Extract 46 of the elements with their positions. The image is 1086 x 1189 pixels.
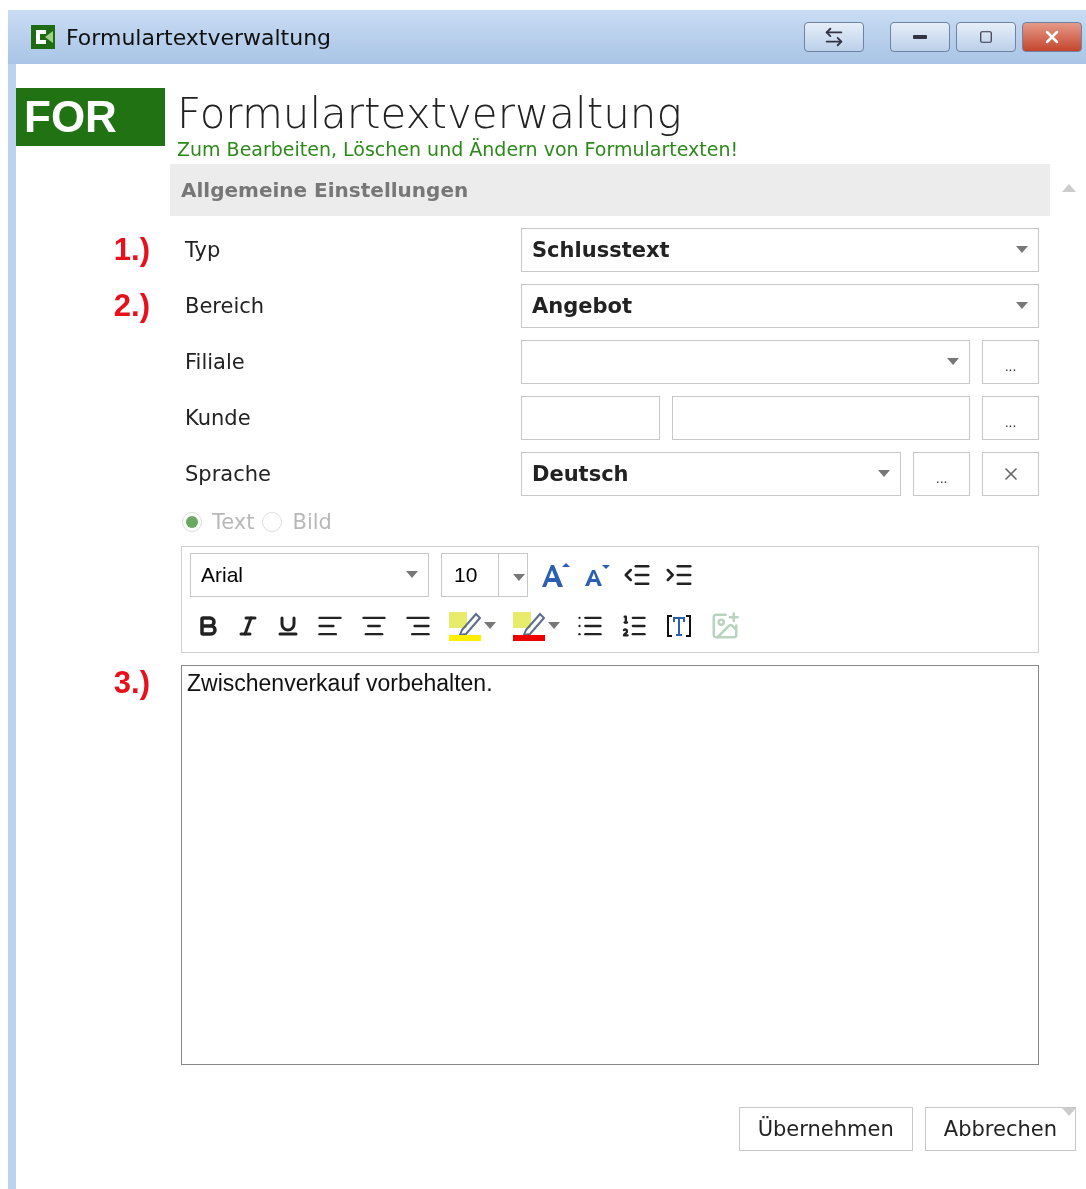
dropdown-caret-icon[interactable] [947, 358, 959, 366]
close-button[interactable] [1022, 22, 1082, 52]
window-title: Formulartextverwaltung [66, 24, 333, 50]
resize-button[interactable] [804, 22, 864, 52]
field-label: Kunde [185, 406, 252, 430]
dropdown-caret-icon[interactable] [406, 571, 418, 579]
page-title: Formulartextverwaltung [177, 88, 683, 138]
dropdown-caret-icon[interactable] [878, 470, 891, 478]
step-marker: 1.) [112, 232, 150, 268]
dropdown-caret-icon[interactable] [1016, 302, 1028, 310]
dropdown[interactable]: Deutsch [521, 452, 902, 496]
input-field[interactable] [521, 396, 660, 440]
browse-button[interactable]: ... [982, 396, 1039, 440]
grow-font-icon[interactable] [540, 561, 570, 589]
font-color-icon[interactable] [512, 609, 546, 642]
browse-button[interactable]: ... [913, 452, 971, 496]
dropdown[interactable]: Schlusstext [521, 228, 1039, 272]
dropdown-caret-icon[interactable] [1016, 246, 1028, 254]
browse-button[interactable]: ... [982, 340, 1039, 384]
app-icon [30, 24, 56, 50]
apply-button[interactable]: Übernehmen [738, 1107, 913, 1151]
highlight-color-icon[interactable] [448, 609, 482, 642]
dropdown-caret-icon[interactable] [548, 621, 560, 630]
dropdown[interactable]: Angebot [521, 284, 1039, 328]
step-marker: 3.) [112, 665, 150, 702]
dropdown-caret-icon[interactable] [484, 621, 496, 630]
logo: FOR [16, 88, 165, 146]
shrink-font-icon[interactable] [582, 562, 610, 588]
page-subtitle: Zum Bearbeiten, Löschen und Ändern von Formulartexten! [177, 138, 739, 160]
minimize-icon [913, 35, 927, 39]
dropdown-caret-icon[interactable] [513, 574, 525, 582]
input-field[interactable] [672, 396, 970, 440]
double-arrow-icon [823, 26, 845, 48]
maximize-icon [979, 30, 993, 44]
field-label: Typ [185, 238, 222, 262]
minimize-button[interactable] [890, 22, 950, 52]
step-marker: 2.) [112, 288, 150, 324]
text-editor[interactable]: Zwischenverkauf vorbehalten. [181, 665, 1039, 1065]
font-size-dropdown[interactable]: 10 [441, 553, 528, 597]
font-dropdown[interactable]: Arial [190, 553, 429, 597]
field-label: Filiale [185, 350, 246, 374]
field-label: Bereich [185, 294, 266, 318]
field-label: Sprache [185, 462, 272, 486]
maximize-button[interactable] [956, 22, 1016, 52]
section-header: Allgemeine Einstellungen [170, 164, 1050, 216]
cancel-button[interactable]: Abbrechen [924, 1107, 1076, 1151]
